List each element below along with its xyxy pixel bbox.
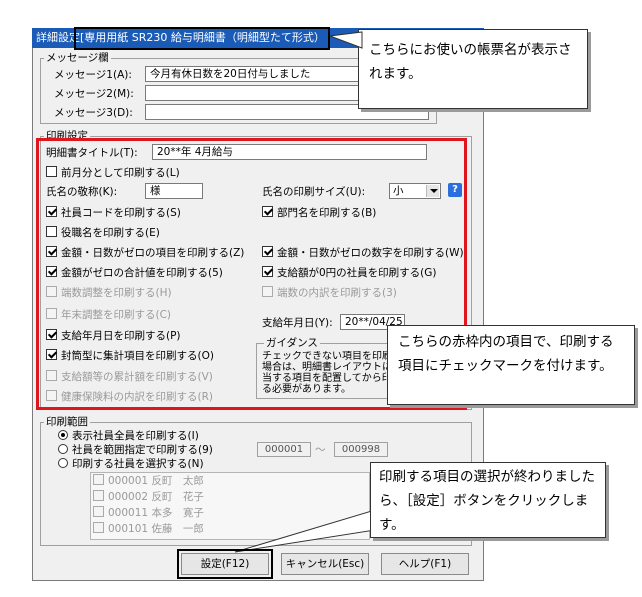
zero-item-checkbox[interactable]: 金額・日数がゼロの項目を印刷する(Z) (46, 246, 244, 260)
honorific-field[interactable]: 様 (145, 183, 203, 199)
title-highlight-box (74, 27, 330, 50)
checkbox-box[interactable] (93, 490, 104, 501)
chevron-down-icon[interactable] (426, 185, 439, 197)
message3-label: メッセージ3(D): (54, 107, 133, 119)
envelope-checkbox[interactable]: 封筒型に集計項目を印刷する(O) (46, 349, 214, 363)
range-tilde: ～ (315, 444, 326, 456)
slip-title-field[interactable]: 20**年 4月給与 (152, 144, 427, 160)
range-code-radio[interactable]: 社員を範囲指定で印刷する(9) (58, 443, 213, 457)
cumulative-checkbox[interactable]: 支給額等の累計額を印刷する(V) (46, 370, 213, 384)
guidance-label: ガイダンス (264, 337, 320, 349)
ok-button-highlight (177, 549, 273, 579)
radio-dot[interactable] (58, 444, 68, 454)
message-group-label: メッセージ欄 (44, 52, 111, 64)
checkbox-box[interactable] (46, 390, 57, 401)
radio-dot[interactable] (58, 458, 68, 468)
range-to-field[interactable]: 000998 (334, 442, 388, 457)
checkbox-box[interactable] (46, 308, 57, 319)
checkbox-box[interactable] (262, 266, 273, 277)
radio-dot[interactable] (58, 430, 68, 440)
cancel-button[interactable]: キャンセル(Esc) (281, 553, 369, 575)
employee-item[interactable]: 000011 本多 寛子 (93, 506, 204, 520)
name-size-label: 氏名の印刷サイズ(U): (262, 186, 366, 198)
role-checkbox[interactable]: 役職名を印刷する(E) (46, 226, 160, 240)
checkbox-box[interactable] (46, 329, 57, 340)
employee-item[interactable]: 000101 佐藤 一郎 (93, 522, 204, 536)
checkbox-box[interactable] (93, 522, 104, 533)
callout-red-frame: こちらの赤枠内の項目で、印刷する項目にチェックマークを付けます。 (387, 325, 635, 405)
checkbox-box[interactable] (262, 246, 273, 257)
checkbox-box[interactable] (46, 166, 57, 177)
help-icon[interactable]: ? (448, 183, 462, 197)
insurance-checkbox[interactable]: 健康保険料の内訳を印刷する(R) (46, 390, 213, 404)
callout-pointer-top (329, 31, 363, 49)
name-size-select[interactable]: 小 (389, 183, 441, 199)
help-button[interactable]: ヘルプ(F1) (381, 553, 469, 575)
zero-total-checkbox[interactable]: 金額がゼロの合計値を印刷する(5) (46, 266, 223, 280)
pay-date-label: 支給年月日(Y): (262, 317, 333, 329)
pay-date-checkbox[interactable]: 支給年月日を印刷する(P) (46, 329, 181, 343)
checkbox-box[interactable] (46, 206, 57, 217)
checkbox-box[interactable] (93, 506, 104, 517)
employee-item[interactable]: 000002 反町 花子 (93, 490, 204, 504)
range-from-field[interactable]: 000001 (257, 442, 311, 457)
emp-code-checkbox[interactable]: 社員コードを印刷する(S) (46, 206, 181, 220)
checkbox-box[interactable] (46, 349, 57, 360)
checkbox-box[interactable] (46, 266, 57, 277)
range-all-radio[interactable]: 表示社員全員を印刷する(I) (58, 429, 199, 443)
honorific-label: 氏名の敬称(K): (46, 186, 118, 198)
zero-pay-checkbox[interactable]: 支給額が0円の社員を印刷する(G) (262, 266, 437, 280)
checkbox-box[interactable] (262, 286, 273, 297)
print-range-label: 印刷範囲 (44, 416, 90, 428)
checkbox-box[interactable] (46, 246, 57, 257)
message1-label: メッセージ1(A): (54, 69, 132, 81)
callout-ok-button: 印刷する項目の選択が終わりましたら、［設定］ボタンをクリックします。 (370, 462, 606, 538)
checkbox-box[interactable] (93, 474, 104, 485)
checkbox-box[interactable] (46, 226, 57, 237)
checkbox-box[interactable] (46, 370, 57, 381)
slip-title-label: 明細書タイトル(T): (46, 147, 138, 159)
zero-number-checkbox[interactable]: 金額・日数がゼロの数字を印刷する(W) (262, 246, 464, 260)
yearend-checkbox[interactable]: 年末調整を印刷する(C) (46, 308, 171, 322)
callout-form-name-text: こちらにお使いの帳票名が表示されます。 (369, 42, 572, 82)
range-select-radio[interactable]: 印刷する社員を選択する(N) (58, 457, 204, 471)
rounding-checkbox[interactable]: 端数調整を印刷する(H) (46, 286, 172, 300)
callout-form-name: こちらにお使いの帳票名が表示されます。 (358, 29, 588, 109)
checkbox-box[interactable] (46, 286, 57, 297)
dept-checkbox[interactable]: 部門名を印刷する(B) (262, 206, 376, 220)
message2-label: メッセージ2(M): (54, 88, 134, 100)
prev-month-checkbox[interactable]: 前月分として印刷する(L) (46, 166, 180, 180)
callout-red-frame-text: こちらの赤枠内の項目で、印刷する項目にチェックマークを付けます。 (398, 334, 614, 374)
callout-ok-button-text: 印刷する項目の選択が終わりましたら、［設定］ボタンをクリックします。 (379, 469, 595, 533)
rounding-detail-checkbox[interactable]: 端数の内訳を印刷する(3) (262, 286, 397, 300)
checkbox-box[interactable] (262, 206, 273, 217)
employee-item[interactable]: 000001 反町 太郎 (93, 474, 204, 488)
